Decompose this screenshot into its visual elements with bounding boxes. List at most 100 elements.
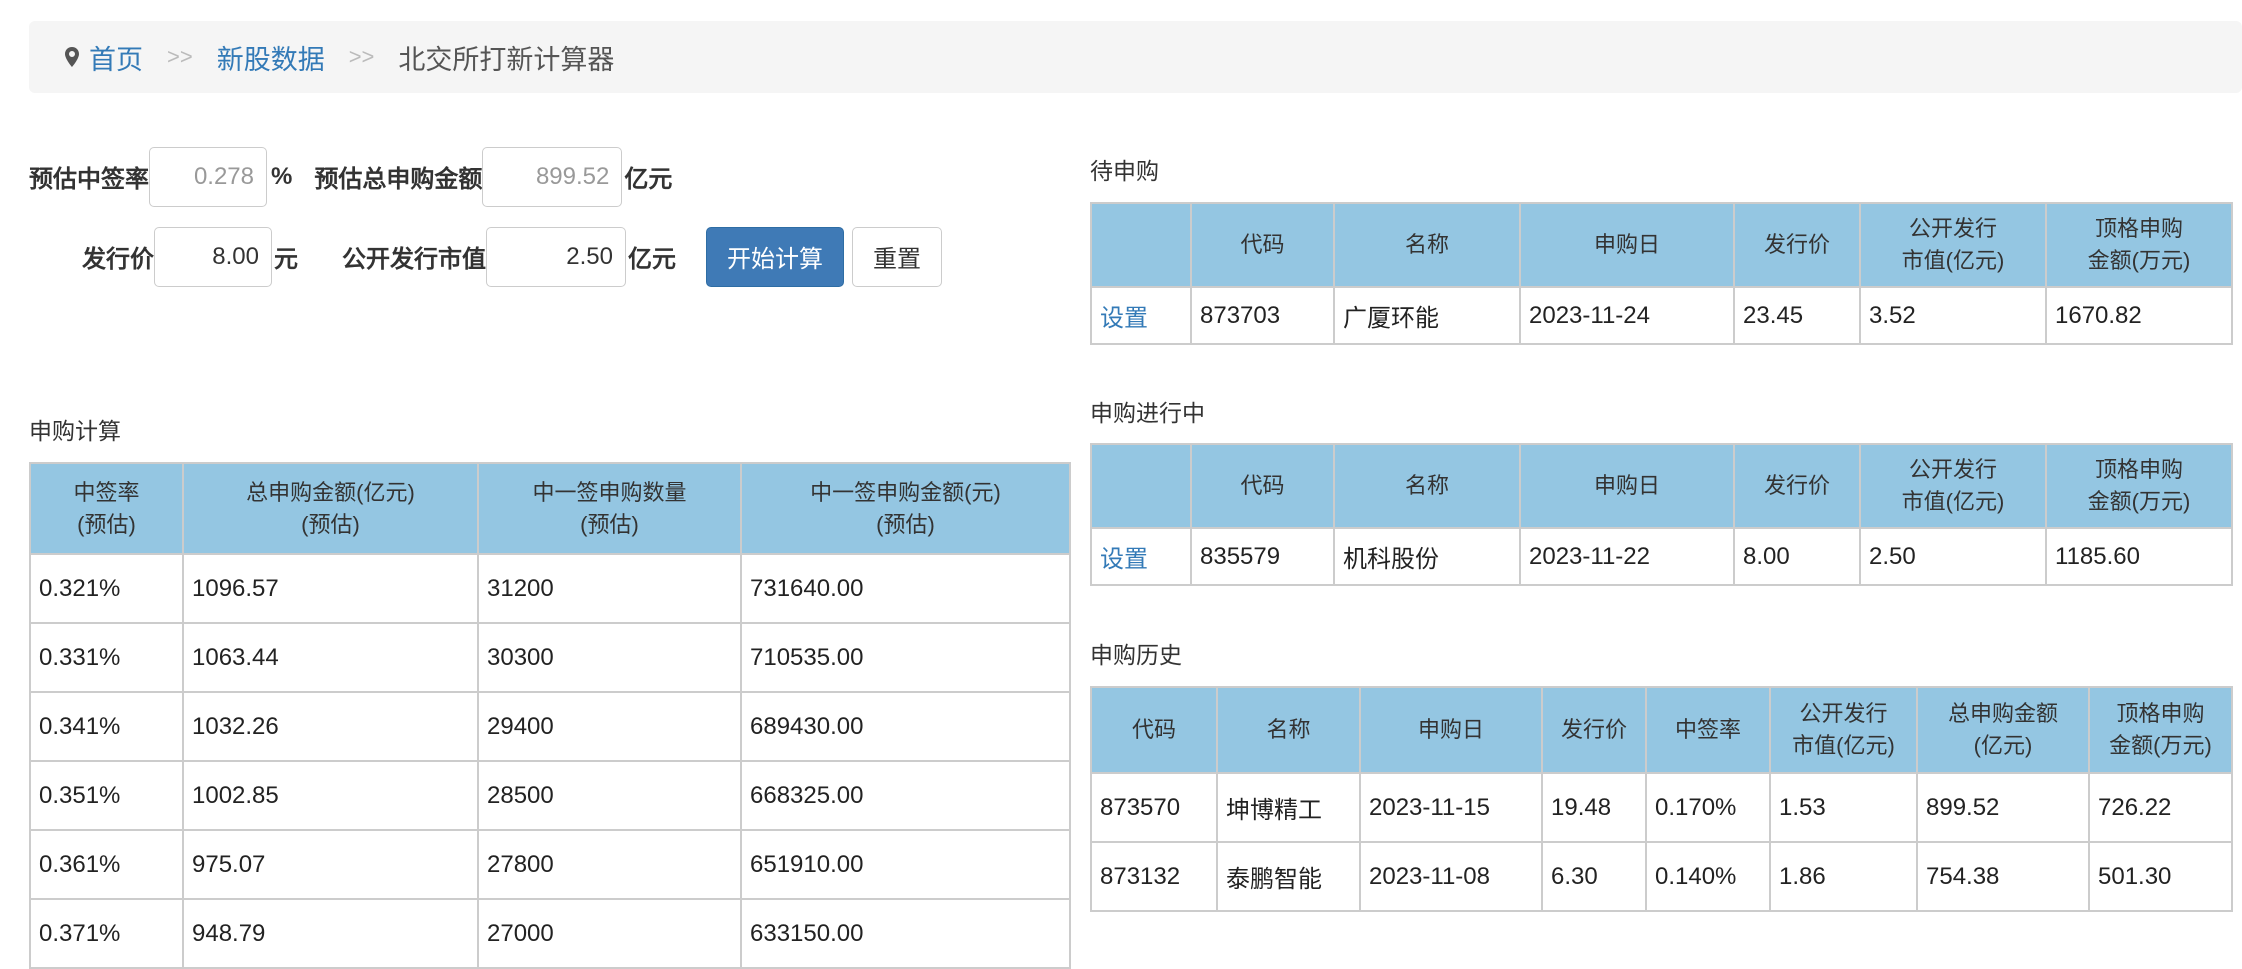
breadcrumb-separator: >>	[348, 44, 375, 69]
column-header-text: 金额(万元)	[2087, 248, 2191, 273]
table-cell: 873570	[1090, 772, 1218, 843]
table-cell: 501.30	[2088, 841, 2233, 912]
column-header-text: 市值(亿元)	[1901, 489, 2005, 514]
column-header: 名称	[1333, 202, 1521, 288]
cap-unit: 亿元	[628, 246, 676, 273]
column-header-text: 市值(亿元)	[1792, 733, 1895, 758]
column-header: 代码	[1190, 202, 1335, 288]
column-header-text: 金额(万元)	[2109, 733, 2212, 758]
column-header-text: 名称	[1404, 232, 1449, 257]
table-cell: 754.38	[1916, 841, 2090, 912]
table-cell: 1.53	[1769, 772, 1918, 843]
table-cell: 975.07	[182, 829, 479, 900]
table-cell: 731640.00	[740, 553, 1071, 624]
breadcrumb-home-link[interactable]: 首页	[89, 38, 143, 77]
column-header: 发行价	[1541, 686, 1647, 774]
breadcrumb: 首页 >> 新股数据 >> 北交所打新计算器	[29, 21, 2242, 93]
table-row: 0.371% 948.79 27000 633150.00	[29, 898, 1071, 969]
cap-input[interactable]	[486, 226, 626, 287]
calc-section-title: 申购计算	[29, 418, 121, 444]
column-header-text: 发行价	[1560, 717, 1627, 742]
column-header-text: 代码	[1131, 717, 1176, 742]
column-header-text: 代码	[1240, 473, 1285, 498]
table-cell: 1670.82	[2045, 286, 2233, 345]
total-label: 预估总申购金额	[314, 166, 483, 193]
table-header-row: 代码 名称 申购日 发行价 公开发行市值(亿元) 顶格申购金额(万元)	[1090, 202, 2233, 288]
column-header: 总申购金额(亿元) (预估)	[182, 462, 479, 555]
table-cell: 31200	[477, 553, 742, 624]
column-header: 代码	[1190, 443, 1335, 529]
column-header: 总申购金额 (亿元)	[1916, 686, 2090, 774]
column-header-text: (预估)	[301, 511, 360, 537]
column-header-text: 市值(亿元)	[1901, 248, 2005, 273]
column-header: 中一签申购数量 (预估)	[477, 462, 742, 555]
table-cell: 1002.85	[182, 760, 479, 831]
column-header-text: 中签率	[73, 479, 140, 505]
rate-input[interactable]	[149, 146, 267, 207]
table-header-row: 中签率 (预估) 总申购金额(亿元) (预估) 中一签申购数量 (预估) 中一签申购金额(元…	[29, 462, 1071, 555]
table-row: 0.321% 1096.57 31200 731640.00	[29, 553, 1071, 624]
column-header-text: 发行价	[1763, 473, 1830, 498]
column-header: 发行价	[1733, 443, 1861, 529]
rate-label: 预估中签率	[29, 166, 149, 193]
table-row: 设置 873703 广厦环能 2023-11-24 23.45 3.52 1670.82	[1090, 286, 2233, 345]
table-cell: 668325.00	[740, 760, 1071, 831]
table-cell: 23.45	[1733, 286, 1861, 345]
cap-label: 公开发行市值	[342, 246, 486, 273]
calculate-button[interactable]: 开始计算	[706, 226, 844, 287]
table-cell: 899.52	[1916, 772, 2090, 843]
column-header: 代码	[1090, 686, 1218, 774]
total-input[interactable]	[482, 146, 623, 207]
column-header-text: 公开发行	[1908, 216, 1997, 241]
table-cell: 2.50	[1859, 527, 2047, 586]
column-header: 中签率	[1645, 686, 1771, 774]
table-cell: 0.361%	[29, 829, 184, 900]
column-header: 中签率 (预估)	[29, 462, 184, 555]
table-cell: 2023-11-24	[1519, 286, 1735, 345]
table-cell: 651910.00	[740, 829, 1071, 900]
table-cell: 泰鹏智能	[1216, 841, 1361, 912]
table-row: 0.341% 1032.26 29400 689430.00	[29, 691, 1071, 762]
table-cell: 3.52	[1859, 286, 2047, 345]
table-cell: 0.140%	[1645, 841, 1771, 912]
reset-button[interactable]: 重置	[852, 226, 942, 287]
table-cell: 1185.60	[2045, 527, 2233, 586]
column-header: 发行价	[1733, 202, 1861, 288]
column-header-text: 公开发行	[1799, 701, 1888, 726]
column-header-text: 公开发行	[1908, 457, 1997, 482]
location-pin-icon	[65, 47, 79, 67]
column-header: 名称	[1216, 686, 1361, 774]
breadcrumb-section-link[interactable]: 新股数据	[217, 38, 325, 77]
table-cell: 0.351%	[29, 760, 184, 831]
column-header	[1090, 202, 1192, 288]
breadcrumb-separator: >>	[167, 44, 193, 69]
column-header-text: (预估)	[580, 511, 639, 537]
table-row: 873132 泰鹏智能 2023-11-08 6.30 0.140% 1.86 754.38…	[1090, 841, 2233, 912]
calc-table: 中签率 (预估) 总申购金额(亿元) (预估) 中一签申购数量 (预估) 中一签申购金额(元…	[29, 462, 1071, 969]
table-cell: 6.30	[1541, 841, 1647, 912]
ongoing-table: 代码 名称 申购日 发行价 公开发行 市值(亿元) 顶格申购 金额(万元) 设置 835579 机科…	[1090, 443, 2233, 586]
table-cell: 873703	[1190, 286, 1335, 345]
settings-link[interactable]: 设置	[1100, 305, 1148, 332]
table-cell: 27000	[477, 898, 742, 969]
column-header-text: 申购日	[1593, 232, 1660, 257]
price-input[interactable]	[154, 226, 272, 287]
column-header-text: 中一签申购金额(元)	[810, 479, 1001, 505]
pending-table: 代码 名称 申购日 发行价 公开发行 市值(亿元) 顶格申购 金额(万元) 设置 873703 广厦…	[1090, 202, 2233, 345]
rate-unit: %	[271, 162, 293, 190]
column-header-text: (预估)	[876, 511, 935, 537]
column-header	[1090, 443, 1192, 529]
table-cell: 1.86	[1769, 841, 1918, 912]
column-header-text: 顶格申购	[2094, 216, 2183, 241]
table-cell: 726.22	[2088, 772, 2233, 843]
breadcrumb-current: 北交所打新计算器	[398, 44, 615, 75]
table-cell: 30300	[477, 622, 742, 693]
settings-link[interactable]: 设置	[1100, 546, 1148, 573]
column-header-text: 中一签申购数量	[532, 479, 687, 505]
table-header-row: 代码 名称 申购日 发行价 中签率 公开发行 市值(亿元) 总申购金额 (亿元) 顶格申购 金额(万…	[1090, 686, 2233, 774]
table-cell: 27800	[477, 829, 742, 900]
column-header: 顶格申购金额(万元)	[2045, 202, 2233, 288]
column-header: 顶格申购 金额(万元)	[2045, 443, 2233, 529]
column-header-text: 申购日	[1593, 473, 1660, 498]
table-cell: 坤博精工	[1216, 772, 1361, 843]
